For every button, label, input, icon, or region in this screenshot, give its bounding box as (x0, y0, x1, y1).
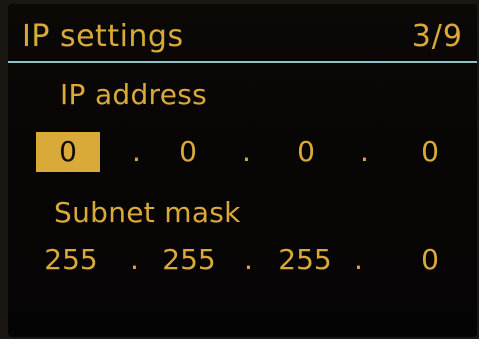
ip-separator: . (132, 135, 141, 168)
ip-octet-4[interactable]: 0 (408, 132, 452, 172)
mask-octet-2[interactable]: 255 (156, 240, 222, 280)
ip-separator: . (360, 135, 369, 168)
ip-address-label: IP address (60, 78, 208, 111)
screen-title: IP settings (22, 19, 184, 54)
subnet-mask-label: Subnet mask (54, 196, 241, 229)
ip-octet-3[interactable]: 0 (284, 132, 328, 172)
mask-separator: . (130, 243, 139, 276)
lcd-screen: IP settings 3/9 IP address 0 . 0 . 0 . 0… (8, 4, 477, 337)
header-divider (8, 61, 477, 63)
mask-octet-3[interactable]: 255 (272, 240, 338, 280)
screen-header: IP settings 3/9 (8, 4, 477, 61)
subnet-mask-row: 255 . 255 . 255 . 0 (8, 240, 477, 280)
page-indicator: 3/9 (411, 19, 463, 54)
ip-octet-2[interactable]: 0 (166, 132, 210, 172)
device-bezel: IP settings 3/9 IP address 0 . 0 . 0 . 0… (0, 0, 483, 339)
ip-address-row: 0 . 0 . 0 . 0 (8, 132, 477, 172)
mask-separator: . (244, 243, 253, 276)
ip-octet-1-selected[interactable]: 0 (36, 132, 100, 172)
mask-octet-4[interactable]: 0 (408, 240, 452, 280)
ip-separator: . (242, 135, 251, 168)
mask-separator: . (354, 243, 363, 276)
mask-octet-1[interactable]: 255 (38, 240, 104, 280)
